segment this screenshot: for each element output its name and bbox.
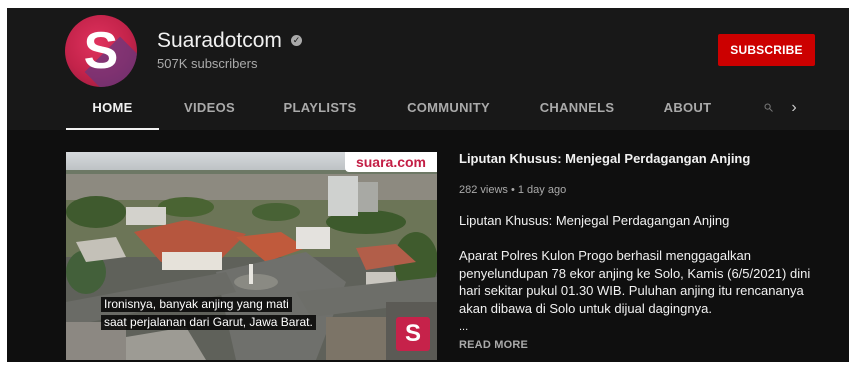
tab-community[interactable]: COMMUNITY <box>398 90 499 128</box>
channel-name: Suaradotcom <box>157 29 282 52</box>
tab-about[interactable]: ABOUT <box>655 90 720 128</box>
home-content: suara.com Ironisnya, banyak anjing yang … <box>7 130 849 362</box>
thumbnail-caption: Ironisnya, banyak anjing yang mati saat … <box>101 295 351 331</box>
tab-home[interactable]: HOME <box>66 90 159 130</box>
tab-videos[interactable]: VIDEOS <box>172 90 247 128</box>
subscriber-count: 507K subscribers <box>157 56 258 71</box>
featured-video-subtitle: Liputan Khusus: Menjegal Perdagangan Anj… <box>459 213 730 228</box>
avatar-letter: S <box>83 22 119 80</box>
channel-page: S Suaradotcom ✓ 507K subscribers SUBSCRI… <box>7 8 849 362</box>
description-line: penyelundupan 78 ekor anjing ke Solo, Ka… <box>459 265 811 281</box>
description-line: Aparat Polres Kulon Progo berhasil mengg… <box>459 248 751 263</box>
featured-video-thumbnail[interactable]: suara.com Ironisnya, banyak anjing yang … <box>66 152 437 360</box>
chevron-right-icon[interactable]: › <box>787 96 801 120</box>
subscribe-button[interactable]: SUBSCRIBE <box>718 34 815 66</box>
caption-line-1: Ironisnya, banyak anjing yang mati <box>101 297 292 312</box>
description-line: hari sekitar pukul 01.30 WIB. Puluhan an… <box>459 283 804 298</box>
channel-tabs: HOME VIDEOS PLAYLISTS COMMUNITY CHANNELS… <box>7 90 849 130</box>
tab-channels[interactable]: CHANNELS <box>532 90 622 128</box>
featured-video-title[interactable]: Liputan Khusus: Menjegal Perdagangan Anj… <box>459 151 750 166</box>
featured-video-description: Aparat Polres Kulon Progo berhasil mengg… <box>459 247 811 317</box>
suara-logo-icon: S <box>396 317 430 351</box>
suara-badge: suara.com <box>345 152 437 172</box>
caption-line-2: saat perjalanan dari Garut, Jawa Barat. <box>101 315 316 330</box>
description-ellipsis: ... <box>459 321 469 333</box>
verified-check-icon: ✓ <box>291 35 302 46</box>
channel-avatar[interactable]: S <box>65 15 137 87</box>
read-more-link[interactable]: READ MORE <box>459 339 528 351</box>
search-icon[interactable] <box>764 103 773 112</box>
description-line: akan dibawa di Solo untuk dijual dagingn… <box>459 300 712 316</box>
tab-playlists[interactable]: PLAYLISTS <box>275 90 365 128</box>
channel-header: S Suaradotcom ✓ 507K subscribers SUBSCRI… <box>7 8 849 130</box>
featured-video-meta: 282 views • 1 day ago <box>459 184 567 196</box>
